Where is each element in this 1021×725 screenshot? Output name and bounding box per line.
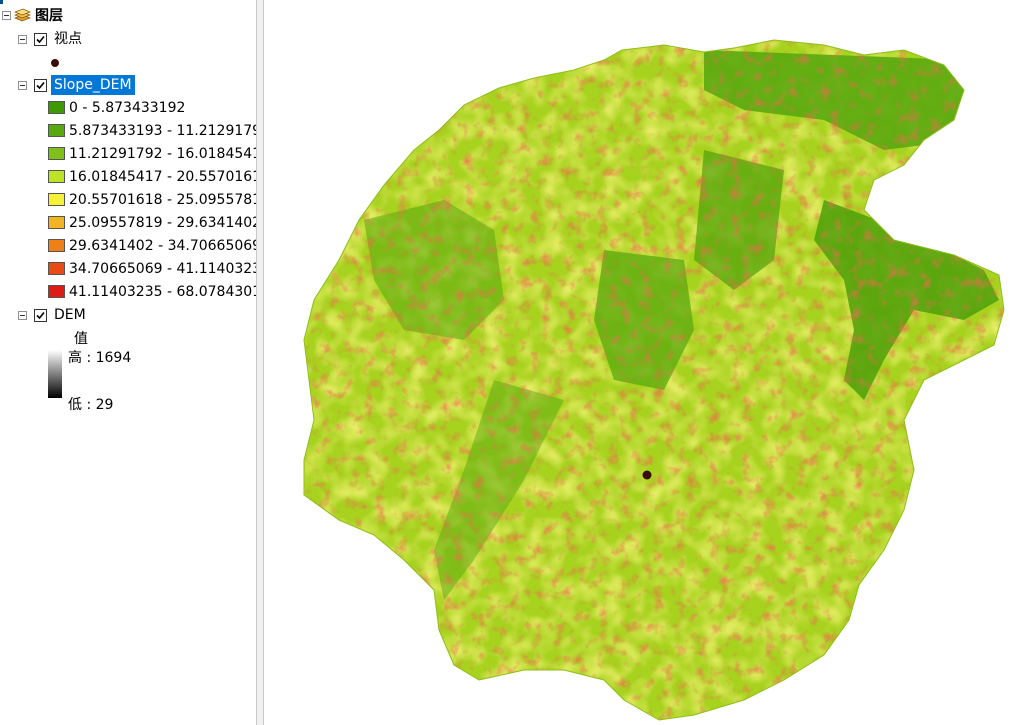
slope-class-swatch[interactable] [48,285,65,298]
slope-class-label: 25.09557819 - 29.6341402 [69,215,256,231]
layer-viewpoint-name[interactable]: 视点 [54,29,82,49]
layer-slope-name[interactable]: Slope_DEM [51,75,135,95]
slope-class-swatch[interactable] [48,216,65,229]
slope-class-label: 41.11403235 - 68.07843018 [69,284,256,300]
slope-class-label: 0 - 5.873433192 [69,100,186,116]
dem-color-ramp [48,350,62,398]
dem-legend-low: 低 : 29 [68,397,114,413]
layer-dem-checkbox[interactable] [34,309,47,322]
collapse-layer-slope-toggle[interactable] [18,81,27,90]
slope-class-swatch[interactable] [48,262,65,275]
slope-class-swatch[interactable] [48,170,65,183]
slope-class-label: 16.01845417 - 20.55701618 [69,169,256,185]
slope-class-label: 34.70665069 - 41.11403235 [69,261,256,277]
panel-splitter[interactable] [256,0,264,725]
collapse-layer-dem-toggle[interactable] [18,311,27,320]
layer-slope-checkbox[interactable] [34,79,47,92]
map-view[interactable] [264,0,1021,725]
collapse-layer-viewpoint-toggle[interactable] [18,35,27,44]
slope-class-label: 29.6341402 - 34.70665069 [69,238,256,254]
slope-class-swatch[interactable] [48,193,65,206]
layer-viewpoint-checkbox[interactable] [34,33,47,46]
viewpoint-marker-icon[interactable] [642,470,652,480]
slope-class-label: 20.55701618 - 25.09557819 [69,192,256,208]
dem-legend-high: 高 : 1694 [68,350,132,366]
slope-raster [303,39,1005,721]
collapse-root-toggle[interactable] [2,11,11,20]
slope-class-label: 5.873433193 - 11.21291792 [69,123,256,139]
slope-class-swatch[interactable] [48,239,65,252]
dem-legend-title: 值 [74,331,88,347]
toc-root-label[interactable]: 图层 [35,6,63,26]
slope-class-label: 11.21291792 - 16.01845417 [69,146,256,162]
layer-dem-name[interactable]: DEM [54,305,86,325]
slope-class-swatch[interactable] [48,101,65,114]
viewpoint-symbol-icon [51,59,59,67]
slope-class-swatch[interactable] [48,124,65,137]
selection-edge [0,0,3,4]
table-of-contents-panel: 图层 视点 Slope_DEM 0 - 5.873433192 5.8734331… [0,0,256,725]
slope-class-swatch[interactable] [48,147,65,160]
layers-icon [14,8,31,22]
